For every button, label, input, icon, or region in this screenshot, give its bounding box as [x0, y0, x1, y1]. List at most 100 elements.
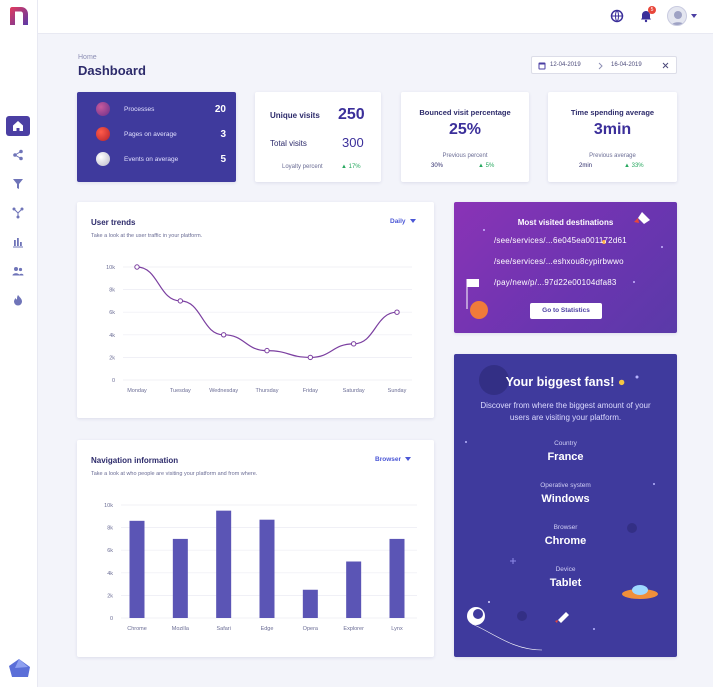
sidebar-item-analytics[interactable] — [6, 232, 30, 252]
date-range-picker[interactable]: 12-04-2019 16-04-2019 — [531, 56, 677, 74]
y-tick-label: 4k — [107, 571, 113, 577]
data-point — [220, 332, 227, 338]
notification-badge: 5 — [648, 6, 656, 14]
navigation-chart: 0 2k 4k 6k 8k 10k Chrome Mozilla Safari Edge Opera… — [104, 503, 417, 632]
x-tick-label: Saturday — [343, 388, 365, 394]
sidebar-item-users[interactable] — [6, 261, 30, 281]
y-tick-label: 8k — [107, 526, 113, 532]
fans-card: Your biggest fans! ● Discover from where… — [454, 354, 677, 657]
users-icon — [12, 267, 24, 276]
bar — [129, 520, 145, 618]
fan-value: Windows — [541, 493, 590, 505]
data-point — [394, 309, 400, 315]
sidebar-item-trending[interactable] — [6, 290, 30, 310]
sidebar-item-home[interactable] — [6, 116, 30, 136]
cube-logo-icon[interactable] — [7, 657, 31, 679]
sidebar-item-filter[interactable] — [6, 174, 30, 194]
sidebar-item-share[interactable] — [6, 145, 30, 165]
bar — [259, 519, 275, 618]
x-tick-label: Mozilla — [172, 626, 190, 632]
fan-value: France — [547, 451, 584, 463]
destination-path[interactable]: /pay/new/p/...97d22e00104dfa83 — [494, 278, 617, 287]
y-tick-label: 10k — [104, 503, 113, 509]
x-tick-label: Tuesday — [170, 388, 191, 394]
time-value: 3min — [593, 121, 632, 138]
date-end[interactable]: 16-04-2019 — [611, 62, 642, 68]
total-visits-label: Total visits — [270, 139, 307, 148]
y-tick-label: 4k — [109, 333, 115, 339]
bar — [172, 538, 188, 618]
ball-icon — [96, 102, 110, 116]
data-point — [307, 354, 314, 361]
destination-path[interactable]: /see/services/...6e045ea001172d61 — [494, 236, 627, 245]
x-tick-label: Safari — [216, 626, 230, 632]
chevron-down-icon[interactable] — [691, 14, 697, 18]
loyalty-value: ▲ 17% — [341, 164, 361, 170]
chevron-right-icon — [598, 62, 603, 70]
bar — [216, 510, 232, 618]
stat-label: Processes — [124, 106, 155, 113]
ball-icon — [96, 127, 110, 141]
bounce-value: 25% — [448, 121, 482, 138]
bounce-card: Bounced visit percentage 25% Previous pe… — [401, 92, 529, 182]
x-tick-label: Sunday — [388, 388, 407, 394]
bar — [346, 561, 362, 618]
filter-icon — [13, 179, 23, 189]
fan-value: Chrome — [544, 535, 587, 547]
total-visits-value: 300 — [342, 135, 364, 150]
y-tick-label: 0 — [110, 616, 113, 622]
stat-row: Processes 20 — [96, 102, 226, 118]
x-tick-label: Explorer — [343, 626, 364, 632]
stat-value: 20 — [214, 104, 226, 115]
x-tick-label: Wednesday — [209, 388, 238, 394]
sidebar-item-flow[interactable] — [6, 203, 30, 223]
bar — [389, 538, 405, 618]
y-tick-label: 2k — [109, 355, 115, 361]
fan-value: Tablet — [549, 577, 582, 589]
top-bar: 5 — [0, 0, 713, 34]
fan-label: Device — [555, 566, 576, 573]
visits-card: Unique visits 250 Total visits 300 Loyal… — [255, 92, 381, 182]
stat-row: Events on average 5 — [96, 152, 226, 168]
avatar[interactable] — [667, 6, 687, 26]
go-to-statistics-button[interactable]: Go to Statistics — [530, 303, 602, 319]
y-tick-label: 8k — [109, 288, 115, 294]
destination-path[interactable]: /see/services/...eshxou8cypirbwwo — [494, 257, 624, 266]
bounce-prev-value: 30% — [431, 163, 444, 169]
bar-chart-icon — [13, 238, 23, 248]
y-tick-label: 10k — [106, 265, 115, 271]
globe-icon[interactable] — [610, 9, 624, 23]
calendar-icon — [538, 62, 546, 70]
bar — [302, 589, 318, 618]
y-tick-label: 2k — [107, 593, 113, 599]
logo — [10, 7, 28, 25]
wave-icon: ● — [617, 375, 626, 389]
unique-visits-label: Unique visits — [270, 111, 320, 120]
time-prev-value: 2min — [579, 163, 593, 169]
y-tick-label: 6k — [109, 310, 115, 316]
time-title: Time spending average — [570, 108, 655, 117]
destinations-card: Most visited destinations /see/services/… — [454, 202, 677, 333]
bounce-change: ▲ 5% — [478, 163, 495, 169]
y-tick-label: 0 — [112, 378, 115, 384]
unique-visits-value: 250 — [338, 106, 365, 123]
time-change: ▲ 33% — [624, 163, 644, 169]
x-tick-label: Opera — [303, 626, 319, 632]
x-tick-label: Lynx — [391, 626, 403, 632]
fans-title: Your biggest fans! ● — [454, 375, 677, 389]
data-point — [177, 298, 184, 304]
x-tick-label: Friday — [303, 388, 319, 394]
process-stats-card: Processes 20 Pages on average 3 Events o… — [77, 92, 236, 182]
close-icon[interactable] — [662, 62, 669, 69]
user-trends-chart: 0 2k 4k 6k 8k 10k Monday Tuesday Wednesday Thursd… — [106, 264, 412, 394]
stat-label: Events on average — [124, 156, 179, 163]
breadcrumb[interactable]: Home — [78, 54, 97, 61]
stat-label: Pages on average — [124, 131, 177, 138]
time-card: Time spending average 3min Previous aver… — [548, 92, 677, 182]
x-tick-label: Thursday — [256, 388, 279, 394]
date-start[interactable]: 12-04-2019 — [550, 62, 581, 68]
ball-icon — [96, 152, 110, 166]
share-icon — [13, 149, 23, 161]
flow-icon — [12, 207, 24, 219]
bounce-title: Bounced visit percentage — [419, 108, 511, 117]
